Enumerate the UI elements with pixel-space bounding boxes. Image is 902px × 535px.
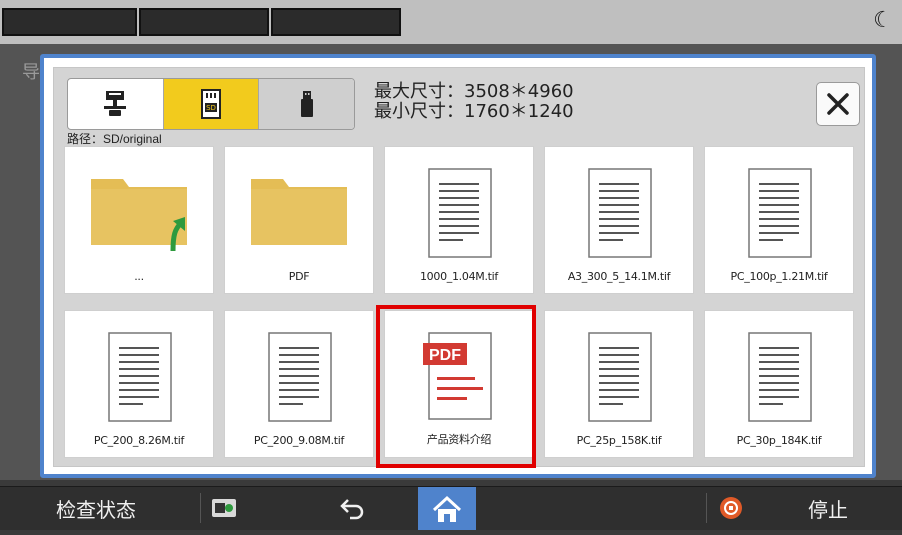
file-tile-label: PC_200_8.26M.tif (93, 434, 185, 447)
close-icon (827, 93, 849, 115)
top-tab-2[interactable] (139, 8, 269, 36)
back-arrow-icon (340, 499, 364, 520)
max-size: 最大尺寸：3508＊4960 (374, 81, 574, 102)
pdf-file-icon: PDF (385, 325, 533, 425)
file-tile-label: PC_100p_1.21M.tif (730, 270, 828, 283)
top-tab-3[interactable] (271, 8, 401, 36)
file-tile-label: PC_25p_158K.tif (576, 434, 662, 447)
folder-icon (225, 165, 373, 251)
pc-share-icon (104, 91, 127, 116)
file-tile-label: 产品资料介绍 (426, 433, 492, 446)
file-tile-label: A3_300_5_14.1M.tif (567, 270, 671, 283)
pc-share-button[interactable] (68, 79, 164, 129)
file-tile[interactable]: ... (64, 146, 214, 294)
check-status-button[interactable]: 检查状态 (56, 494, 136, 523)
home-icon (432, 495, 462, 522)
document-icon (705, 161, 853, 261)
top-bar: ☾ (0, 0, 902, 44)
document-icon (225, 325, 373, 425)
file-tile-label: ... (134, 270, 144, 283)
stop-button[interactable]: 停止 (808, 494, 848, 523)
back-button[interactable] (338, 494, 368, 527)
stop-icon[interactable] (720, 497, 742, 519)
file-tile[interactable]: PDF (224, 146, 374, 294)
file-tile-label: PC_30p_184K.tif (736, 434, 822, 447)
svg-text:PDF: PDF (429, 347, 461, 364)
document-icon (385, 161, 533, 261)
sd-card-button[interactable]: SD (163, 79, 260, 129)
document-icon (545, 325, 693, 425)
min-size: 最小尺寸：1760＊1240 (374, 101, 574, 122)
close-button[interactable] (816, 82, 860, 126)
size-info: 最大尺寸：3508＊4960 最小尺寸：1760＊1240 (374, 82, 574, 122)
file-tile-label: 1000_1.04M.tif (419, 270, 498, 283)
file-tile[interactable]: PC_200_9.08M.tif (224, 310, 374, 458)
file-tile[interactable]: PDF 产品资料介绍 (384, 310, 534, 458)
energy-saver-icon[interactable]: ☾ (872, 6, 894, 34)
home-button[interactable] (418, 487, 476, 530)
svg-text:SD: SD (206, 104, 216, 112)
document-icon (545, 161, 693, 261)
top-tab-1[interactable] (2, 8, 137, 36)
usb-button[interactable] (259, 79, 354, 129)
sd-card-icon: SD (201, 89, 221, 119)
file-tile[interactable]: A3_300_5_14.1M.tif (544, 146, 694, 294)
file-tile[interactable]: PC_30p_184K.tif (704, 310, 854, 458)
background-text: 导 (22, 62, 40, 83)
folder-up-icon (65, 165, 213, 251)
media-status-icon[interactable] (212, 499, 236, 517)
divider (706, 493, 707, 523)
media-selector: SD (67, 78, 355, 130)
usb-icon (300, 91, 313, 117)
document-icon (705, 325, 853, 425)
file-tile-label: PC_200_9.08M.tif (253, 434, 345, 447)
bottom-bar: 检查状态 停止 (0, 486, 902, 530)
current-path: 路径：SD/original (67, 132, 162, 146)
file-tile[interactable]: PC_200_8.26M.tif (64, 310, 214, 458)
document-icon (65, 325, 213, 425)
file-tile[interactable]: 1000_1.04M.tif (384, 146, 534, 294)
file-tile[interactable]: PC_100p_1.21M.tif (704, 146, 854, 294)
divider (200, 493, 201, 523)
file-tile-label: PDF (288, 270, 310, 283)
file-tile[interactable]: PC_25p_158K.tif (544, 310, 694, 458)
